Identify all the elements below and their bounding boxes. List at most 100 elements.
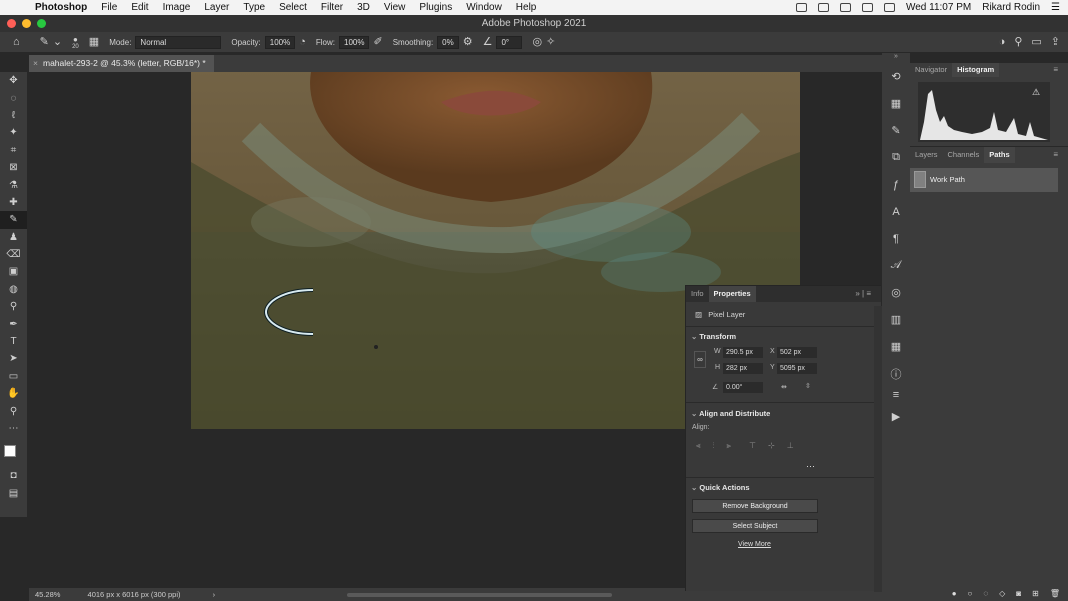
info-icon[interactable]: ⓘ bbox=[882, 360, 910, 387]
tab-layers[interactable]: Layers bbox=[910, 147, 943, 163]
view-more-link[interactable]: View More bbox=[738, 541, 771, 548]
close-window-button[interactable] bbox=[7, 19, 16, 28]
width-field[interactable]: 290.5 px bbox=[723, 347, 763, 358]
adjustments-icon[interactable]: ≡ bbox=[882, 387, 910, 403]
lasso-tool-icon[interactable]: ℓ bbox=[0, 107, 27, 124]
zoom-window-button[interactable] bbox=[37, 19, 46, 28]
brush-settings-icon[interactable]: ▦ bbox=[89, 36, 99, 48]
transform-title[interactable]: Transform bbox=[691, 332, 736, 341]
delete-icon[interactable]: 🗑 bbox=[1050, 589, 1060, 598]
link-icon[interactable]: ∞ bbox=[694, 351, 706, 368]
align-bottom-icon[interactable]: ⊥ bbox=[787, 441, 794, 451]
document-info[interactable]: 4016 px x 6016 px (300 ppi) bbox=[88, 590, 181, 599]
path-row-work-path[interactable]: Work Path bbox=[910, 168, 1058, 192]
angle-field[interactable]: 0° bbox=[496, 35, 523, 49]
flip-vertical-icon[interactable]: ⇳ bbox=[805, 382, 811, 390]
patterns-icon[interactable]: ▦ bbox=[882, 333, 910, 360]
menu-edit[interactable]: Edit bbox=[131, 2, 148, 13]
eyedropper-tool-icon[interactable]: ⚗ bbox=[0, 176, 27, 193]
tab-histogram[interactable]: Histogram bbox=[952, 63, 1000, 77]
tab-info[interactable]: Info bbox=[686, 286, 709, 302]
menu-help[interactable]: Help bbox=[516, 2, 537, 13]
y-field[interactable]: 5095 px bbox=[777, 363, 817, 374]
eraser-tool-icon[interactable]: ⌫ bbox=[0, 246, 27, 263]
panel-menu-icon[interactable]: ≡ bbox=[1048, 63, 1063, 77]
zoom-tool-icon[interactable]: ⚲ bbox=[0, 402, 27, 419]
move-tool-icon[interactable]: ✥ bbox=[0, 72, 27, 89]
collapse-icon[interactable]: » bbox=[882, 53, 910, 63]
symmetry-icon[interactable]: ✧ bbox=[546, 36, 555, 48]
brush-dot-icon[interactable]: ● bbox=[73, 35, 78, 44]
minimize-window-button[interactable] bbox=[22, 19, 31, 28]
new-path-icon[interactable]: ⊞ bbox=[1032, 589, 1039, 598]
more-tools-icon[interactable]: ⋯ bbox=[0, 420, 27, 437]
glyphs-icon[interactable]: 𝒜 bbox=[882, 252, 910, 279]
history-icon[interactable]: ⟲ bbox=[882, 63, 910, 90]
close-tab-icon[interactable]: × bbox=[33, 55, 38, 72]
menu-select[interactable]: Select bbox=[279, 2, 307, 13]
align-top-icon[interactable]: ⊤ bbox=[749, 441, 756, 451]
x-field[interactable]: 502 px bbox=[777, 347, 817, 358]
stroke-path-icon[interactable]: ○ bbox=[968, 589, 973, 598]
airbrush-icon[interactable]: ✐ bbox=[373, 36, 382, 48]
tab-paths[interactable]: Paths bbox=[984, 147, 1015, 163]
properties-scrollbar[interactable] bbox=[874, 306, 882, 592]
panel-menu-icon[interactable]: ≡ bbox=[1048, 147, 1063, 163]
quick-select-tool-icon[interactable]: ✦ bbox=[0, 124, 27, 141]
clone-source-icon[interactable]: ⧉ bbox=[882, 144, 910, 171]
search-icon[interactable]: ⚲ bbox=[1014, 36, 1022, 48]
menu-file[interactable]: File bbox=[101, 2, 117, 13]
pressure-opacity-icon[interactable]: ◔ bbox=[299, 36, 306, 48]
battery-icon[interactable] bbox=[883, 3, 895, 12]
flip-horizontal-icon[interactable]: ⇹ bbox=[781, 383, 787, 391]
menu-plugins[interactable]: Plugins bbox=[419, 2, 452, 13]
align-center-h-icon[interactable]: ⫶ bbox=[713, 441, 715, 451]
color-swatches[interactable] bbox=[0, 437, 27, 467]
stamp-tool-icon[interactable]: ♟ bbox=[0, 229, 27, 246]
smoothing-field[interactable]: 0% bbox=[437, 35, 459, 49]
panel-menu-icon[interactable]: » | ≡ bbox=[850, 286, 876, 302]
styles-icon[interactable]: ƒ bbox=[882, 171, 910, 198]
smoothing-settings-icon[interactable]: ⚙ bbox=[463, 36, 473, 48]
align-right-icon[interactable]: ⫸ bbox=[727, 441, 732, 451]
export-icon[interactable]: ⇪ bbox=[1051, 36, 1060, 48]
blur-tool-icon[interactable]: ◍ bbox=[0, 281, 27, 298]
hand-tool-icon[interactable]: ✋ bbox=[0, 385, 27, 402]
menu-type[interactable]: Type bbox=[243, 2, 265, 13]
document-tab[interactable]: × mahalet-293-2 @ 45.3% (letter, RGB/16*… bbox=[29, 55, 214, 72]
control-center-icon[interactable]: ☰ bbox=[1051, 2, 1060, 13]
horizontal-scrollbar[interactable] bbox=[347, 593, 612, 597]
character-icon[interactable]: A bbox=[882, 198, 910, 225]
chevron-right-icon[interactable]: › bbox=[213, 590, 216, 599]
chevron-down-icon[interactable]: ⌄ bbox=[53, 36, 62, 48]
swatches-icon[interactable]: ▦ bbox=[882, 90, 910, 117]
menu-window[interactable]: Window bbox=[466, 2, 502, 13]
frame-tool-icon[interactable]: ⊠ bbox=[0, 159, 27, 176]
mode-select[interactable]: Normal bbox=[135, 35, 222, 49]
menu-3d[interactable]: 3D bbox=[357, 2, 370, 13]
fill-path-icon[interactable]: ● bbox=[952, 589, 957, 598]
home-icon[interactable]: ⌂ bbox=[13, 36, 20, 48]
align-title[interactable]: Align and Distribute bbox=[691, 409, 770, 418]
tab-channels[interactable]: Channels bbox=[943, 147, 985, 163]
quick-actions-title[interactable]: Quick Actions bbox=[691, 483, 750, 492]
clock[interactable]: Wed 11:07 PM bbox=[906, 2, 971, 13]
user-name[interactable]: Rikard Rodin bbox=[982, 2, 1040, 13]
gradient-tool-icon[interactable]: ▣ bbox=[0, 263, 27, 280]
warning-icon[interactable]: ⚠ bbox=[1032, 87, 1040, 98]
flow-field[interactable]: 100% bbox=[339, 35, 370, 49]
foreground-color-swatch[interactable] bbox=[4, 445, 16, 458]
cloud-icon[interactable] bbox=[839, 3, 851, 12]
load-selection-icon[interactable]: ◌ bbox=[983, 589, 988, 598]
dodge-tool-icon[interactable]: ⚲ bbox=[0, 298, 27, 315]
more-options-icon[interactable]: ⋯ bbox=[806, 461, 815, 472]
pressure-size-icon[interactable]: ◎ bbox=[532, 36, 542, 48]
brushes-icon[interactable]: ✎ bbox=[882, 117, 910, 144]
wifi-icon[interactable] bbox=[861, 3, 873, 12]
path-select-tool-icon[interactable]: ➤ bbox=[0, 350, 27, 367]
pen-tool-icon[interactable]: ✒ bbox=[0, 315, 27, 332]
3d-icon[interactable]: ◎ bbox=[882, 279, 910, 306]
menu-image[interactable]: Image bbox=[163, 2, 191, 13]
select-subject-button[interactable]: Select Subject bbox=[692, 519, 818, 533]
angle-field[interactable]: 0.00° bbox=[723, 382, 763, 393]
